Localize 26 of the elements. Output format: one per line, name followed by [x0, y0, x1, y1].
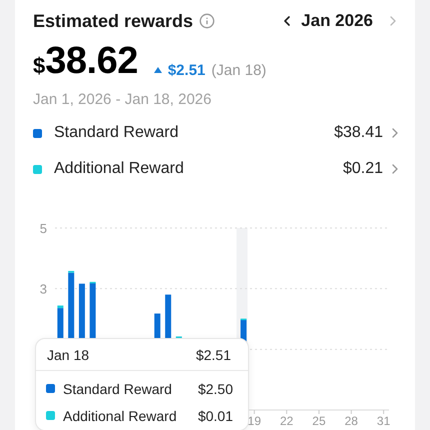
axis-label: 31: [376, 414, 390, 428]
total-amount: 38.62: [45, 40, 138, 83]
reward-value: $38.41: [334, 124, 383, 142]
month-label: Jan 2026: [301, 11, 373, 31]
reward-name: Additional Reward: [54, 160, 185, 178]
card-title: Estimated rewards: [33, 10, 194, 32]
currency-sign: $: [33, 53, 46, 79]
axis-label: 25: [312, 414, 326, 428]
reward-value: $0.21: [342, 160, 383, 178]
reward-name: Standard Reward: [54, 124, 180, 142]
up-triangle-icon: [154, 67, 162, 73]
date-range: Jan 1, 2026 - Jan 18, 2026: [33, 91, 212, 108]
tooltip-total: $2.51: [196, 347, 231, 363]
tooltip-series-name: Additional Reward: [63, 408, 178, 424]
axis-label: 22: [280, 414, 294, 428]
tooltip-series-value: $2.50: [198, 380, 233, 396]
axis-label: 5: [40, 221, 47, 236]
tooltip-date: Jan 18: [47, 347, 90, 363]
tooltip-series-name: Standard Reward: [63, 380, 173, 396]
info-icon[interactable]: [199, 13, 216, 29]
axis-label: 19: [248, 414, 261, 428]
axis-label: 28: [344, 414, 358, 428]
axis-label: 3: [40, 282, 47, 297]
change-date: (Jan 18): [211, 62, 266, 78]
tooltip-series-value: $0.01: [198, 408, 233, 424]
change-amount: $2.51: [168, 62, 206, 78]
